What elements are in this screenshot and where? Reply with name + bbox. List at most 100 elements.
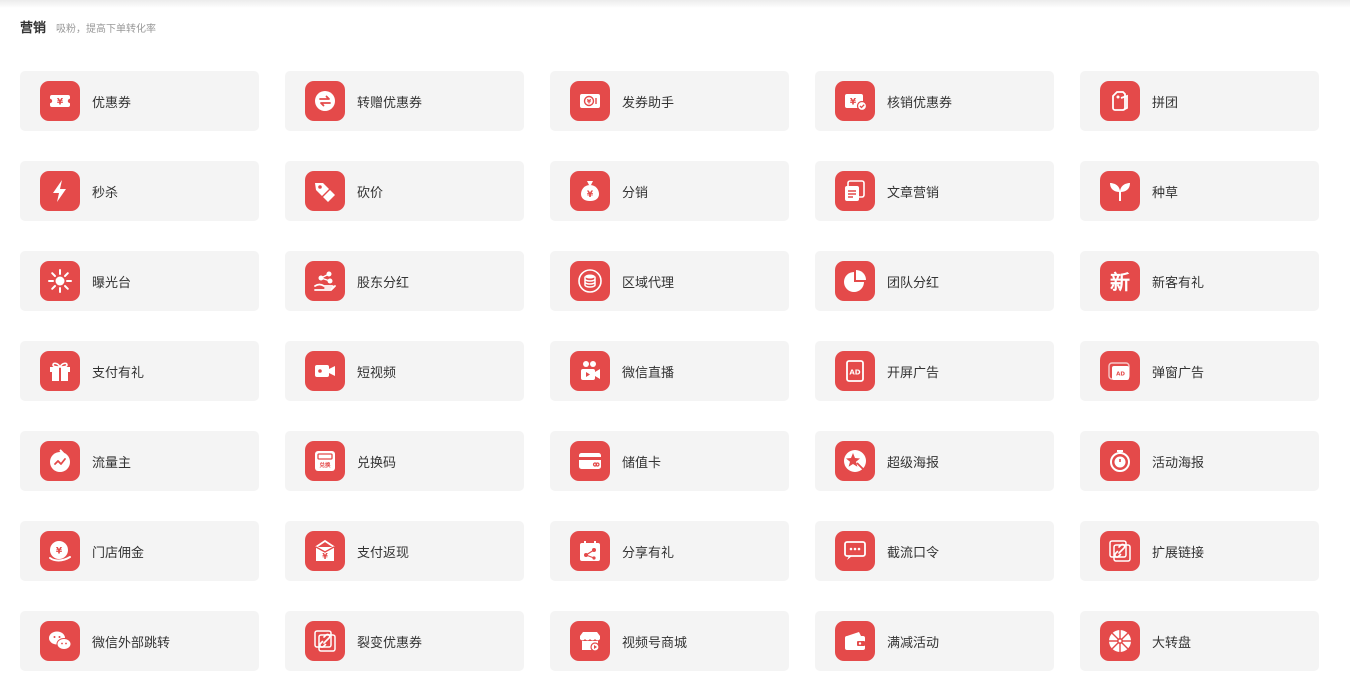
feature-card-10[interactable]: 曝光台 (20, 251, 259, 311)
feature-card-32[interactable]: 视频号商城 (550, 611, 789, 671)
feature-card-label: 开屏广告 (887, 365, 940, 381)
feature-card-28[interactable]: 截流口令 (815, 521, 1054, 581)
feature-card-14[interactable]: 新 新客有礼 (1080, 251, 1319, 311)
feature-card-15[interactable]: 支付有礼 (20, 341, 259, 401)
feature-card-1[interactable]: 转赠优惠券 (285, 71, 524, 131)
feature-card-12[interactable]: 区域代理 (550, 251, 789, 311)
svg-text:¥: ¥ (587, 190, 594, 200)
feature-card-22[interactable]: 储值卡 (550, 431, 789, 491)
video-camera-icon (305, 351, 345, 391)
feature-card-6[interactable]: 砍价 (285, 161, 524, 221)
feature-card-label: 兑换码 (357, 455, 397, 471)
feature-card-label: 优惠券 (92, 95, 132, 111)
feature-card-9[interactable]: 种草 (1080, 161, 1319, 221)
feature-card-16[interactable]: 短视频 (285, 341, 524, 401)
feature-card-21[interactable]: 兑换 兑换码 (285, 431, 524, 491)
svg-text:新: 新 (1110, 270, 1130, 294)
feature-card-label: 区域代理 (622, 275, 675, 291)
gift-icon (40, 351, 80, 391)
svg-text:¥: ¥ (56, 547, 63, 557)
feature-card-29[interactable]: 扩展链接 (1080, 521, 1319, 581)
feature-card-27[interactable]: 分享有礼 (550, 521, 789, 581)
feature-card-label: 文章营销 (887, 185, 940, 201)
feature-card-label: 秒杀 (92, 185, 119, 201)
feature-card-18[interactable]: AD 开屏广告 (815, 341, 1054, 401)
feature-card-3[interactable]: ¥ 核销优惠券 (815, 71, 1054, 131)
feature-card-label: 储值卡 (622, 455, 662, 471)
feature-card-label: 新客有礼 (1152, 275, 1205, 291)
feature-card-19[interactable]: AD 弹窗广告 (1080, 341, 1319, 401)
group-buy-icon (1100, 81, 1140, 121)
popup-ad-icon: AD (1100, 351, 1140, 391)
feature-card-33[interactable]: 满减活动 (815, 611, 1054, 671)
feature-card-label: 微信外部跳转 (92, 635, 171, 651)
feature-card-label: 曝光台 (92, 275, 132, 291)
feature-card-label: 支付有礼 (92, 365, 145, 381)
feature-card-34[interactable]: 大转盘 (1080, 611, 1319, 671)
feature-card-0[interactable]: ¥ 优惠券 (20, 71, 259, 131)
lightning-icon (40, 171, 80, 211)
coin-stack-icon (570, 261, 610, 301)
feature-card-label: 发券助手 (622, 95, 675, 111)
feature-card-2[interactable]: ¥ 发券助手 (550, 71, 789, 131)
feature-card-label: 视频号商城 (622, 635, 688, 651)
coupon-verify-icon: ¥ (835, 81, 875, 121)
feature-card-7[interactable]: ¥ 分销 (550, 161, 789, 221)
feature-card-label: 大转盘 (1152, 635, 1192, 651)
video-shop-icon (570, 621, 610, 661)
feature-card-25[interactable]: ¥ 门店佣金 (20, 521, 259, 581)
section-title: 营销 (20, 21, 47, 36)
pie-chart-icon (835, 261, 875, 301)
feature-card-20[interactable]: 流量主 (20, 431, 259, 491)
feature-card-11[interactable]: 股东分红 (285, 251, 524, 311)
feature-card-4[interactable]: 拼团 (1080, 71, 1319, 131)
feature-card-label: 裂变优惠券 (357, 635, 423, 651)
feature-card-label: 分销 (622, 185, 649, 201)
svg-text:¥: ¥ (587, 98, 592, 106)
top-shadow (0, 0, 1350, 8)
feature-card-label: 满减活动 (887, 635, 940, 651)
feature-card-label: 弹窗广告 (1152, 365, 1205, 381)
feature-card-5[interactable]: 秒杀 (20, 161, 259, 221)
marketing-page: 营销 吸粉，提高下单转化率 ¥ 优惠券 转赠优惠券 ¥ 发券助手 ¥ 核销优惠券 拼团 秒杀 砍价… (0, 0, 1350, 680)
feature-card-label: 砍价 (357, 185, 384, 201)
feature-card-label: 团队分红 (887, 275, 940, 291)
article-icon (835, 171, 875, 211)
svg-text:¥: ¥ (850, 98, 857, 108)
feature-card-label: 股东分红 (357, 275, 410, 291)
feature-card-31[interactable]: 裂变优惠券 (285, 611, 524, 671)
card-icon (570, 441, 610, 481)
feature-card-label: 拼团 (1152, 95, 1179, 111)
feature-card-17[interactable]: 微信直播 (550, 341, 789, 401)
feature-card-label: 分享有礼 (622, 545, 675, 561)
transfer-icon (305, 81, 345, 121)
splash-ad-icon: AD (835, 351, 875, 391)
chat-command-icon (835, 531, 875, 571)
feature-card-23[interactable]: 超级海报 (815, 431, 1054, 491)
feature-card-8[interactable]: 文章营销 (815, 161, 1054, 221)
fission-link-icon (305, 621, 345, 661)
poster-star-icon (835, 441, 875, 481)
feature-card-24[interactable]: 活动海报 (1080, 431, 1319, 491)
feature-card-13[interactable]: 团队分红 (815, 251, 1054, 311)
feature-card-label: 流量主 (92, 455, 132, 471)
money-bag-icon: ¥ (570, 171, 610, 211)
share-calendar-icon (570, 531, 610, 571)
feature-card-30[interactable]: 微信外部跳转 (20, 611, 259, 671)
hand-share-icon (305, 261, 345, 301)
feature-card-label: 种草 (1152, 185, 1179, 201)
redeem-code-icon: 兑换 (305, 441, 345, 481)
section-subtitle: 吸粉，提高下单转化率 (56, 24, 157, 35)
price-tag-icon (305, 171, 345, 211)
traffic-icon (40, 441, 80, 481)
feature-card-label: 短视频 (357, 365, 397, 381)
feature-card-label: 支付返现 (357, 545, 410, 561)
store-commission-icon: ¥ (40, 531, 80, 571)
feature-card-label: 转赠优惠券 (357, 95, 423, 111)
sun-icon (40, 261, 80, 301)
feature-card-26[interactable]: ¥ 支付返现 (285, 521, 524, 581)
wheel-icon (1100, 621, 1140, 661)
cashback-icon: ¥ (305, 531, 345, 571)
feature-card-label: 截流口令 (887, 545, 940, 561)
svg-text:兑换: 兑换 (319, 461, 331, 469)
